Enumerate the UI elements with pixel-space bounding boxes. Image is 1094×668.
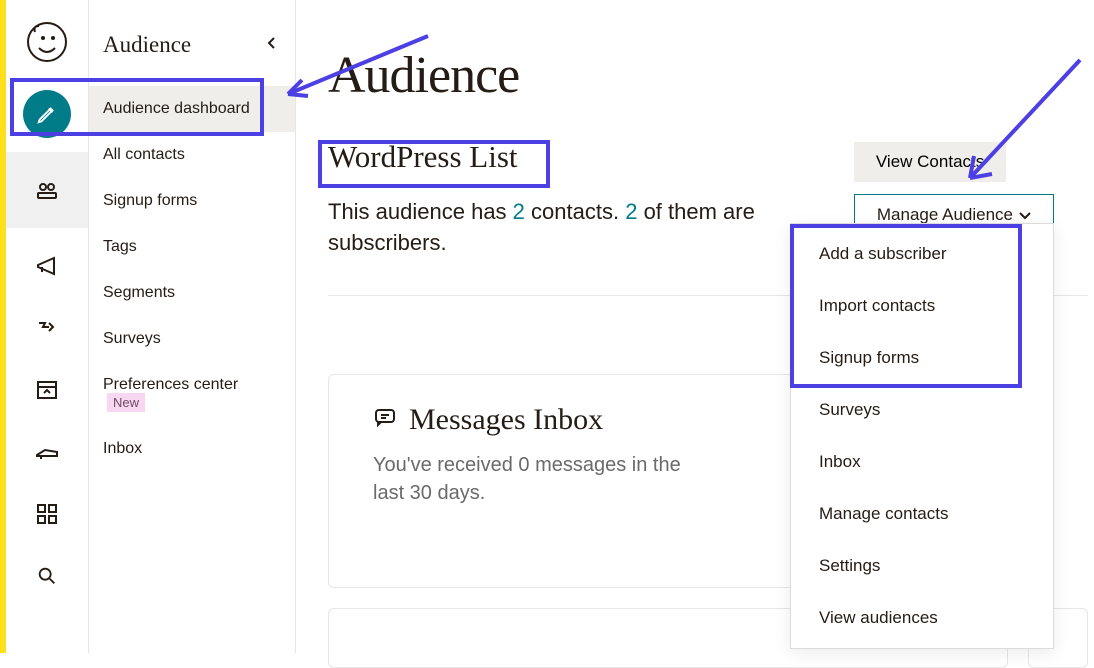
dd-manage-contacts[interactable]: Manage contacts (791, 488, 1053, 540)
nav-automations-icon[interactable] (23, 304, 71, 352)
dd-signup-forms[interactable]: Signup forms (791, 332, 1053, 384)
dd-settings[interactable]: Settings (791, 540, 1053, 592)
subnav-segments[interactable]: Segments (89, 270, 295, 316)
nav-audience-icon[interactable] (23, 166, 71, 214)
nav-website-icon[interactable] (23, 366, 71, 414)
subnav-tags[interactable]: Tags (89, 224, 295, 270)
dd-surveys[interactable]: Surveys (791, 384, 1053, 436)
dd-view-audiences[interactable]: View audiences (791, 592, 1053, 644)
nav-content-icon[interactable] (23, 428, 71, 476)
dd-add-subscriber[interactable]: Add a subscriber (791, 228, 1053, 280)
page-title: Audience (328, 46, 1094, 105)
primary-nav-rail (6, 0, 89, 653)
manage-audience-dropdown: Add a subscriber Import contacts Signup … (790, 223, 1054, 649)
collapse-icon[interactable] (267, 36, 277, 55)
summary-text: This audience has (328, 199, 513, 224)
subnav-audience-dashboard[interactable]: Audience dashboard (89, 86, 295, 132)
inbox-body: You've received 0 messages in the last 3… (373, 451, 693, 507)
audience-summary: This audience has 2 contacts. 2 of them … (328, 197, 758, 259)
subnav-preferences-center[interactable]: Preferences center New (89, 362, 295, 426)
chevron-down-icon (1019, 205, 1031, 225)
button-label: Manage Audience (877, 205, 1013, 225)
subnav-all-contacts[interactable]: All contacts (89, 132, 295, 178)
dd-inbox[interactable]: Inbox (791, 436, 1053, 488)
contacts-count: 2 (513, 199, 525, 224)
new-badge: New (107, 393, 145, 412)
inbox-icon (373, 403, 397, 437)
action-buttons: View Contacts Manage Audience (854, 142, 1054, 236)
subscribers-count: 2 (625, 199, 637, 224)
nav-campaigns-icon[interactable] (23, 242, 71, 290)
subnav-inbox[interactable]: Inbox (89, 426, 295, 472)
nav-search-icon[interactable] (23, 552, 71, 600)
subnav-signup-forms[interactable]: Signup forms (89, 178, 295, 224)
dd-import-contacts[interactable]: Import contacts (791, 280, 1053, 332)
nav-integrations-icon[interactable] (23, 490, 71, 538)
nav-create-icon[interactable] (23, 90, 71, 138)
subnav-surveys[interactable]: Surveys (89, 316, 295, 362)
mailchimp-logo[interactable] (27, 22, 67, 62)
inbox-title: Messages Inbox (409, 403, 603, 437)
view-contacts-button[interactable]: View Contacts (854, 142, 1006, 182)
audience-subnav: Audience Audience dashboard All contacts… (89, 0, 296, 653)
nav-audience-wrapper (6, 152, 88, 228)
summary-text: contacts. (525, 199, 625, 224)
subnav-item-label: Preferences center (103, 376, 238, 393)
subnav-title: Audience (103, 32, 191, 58)
